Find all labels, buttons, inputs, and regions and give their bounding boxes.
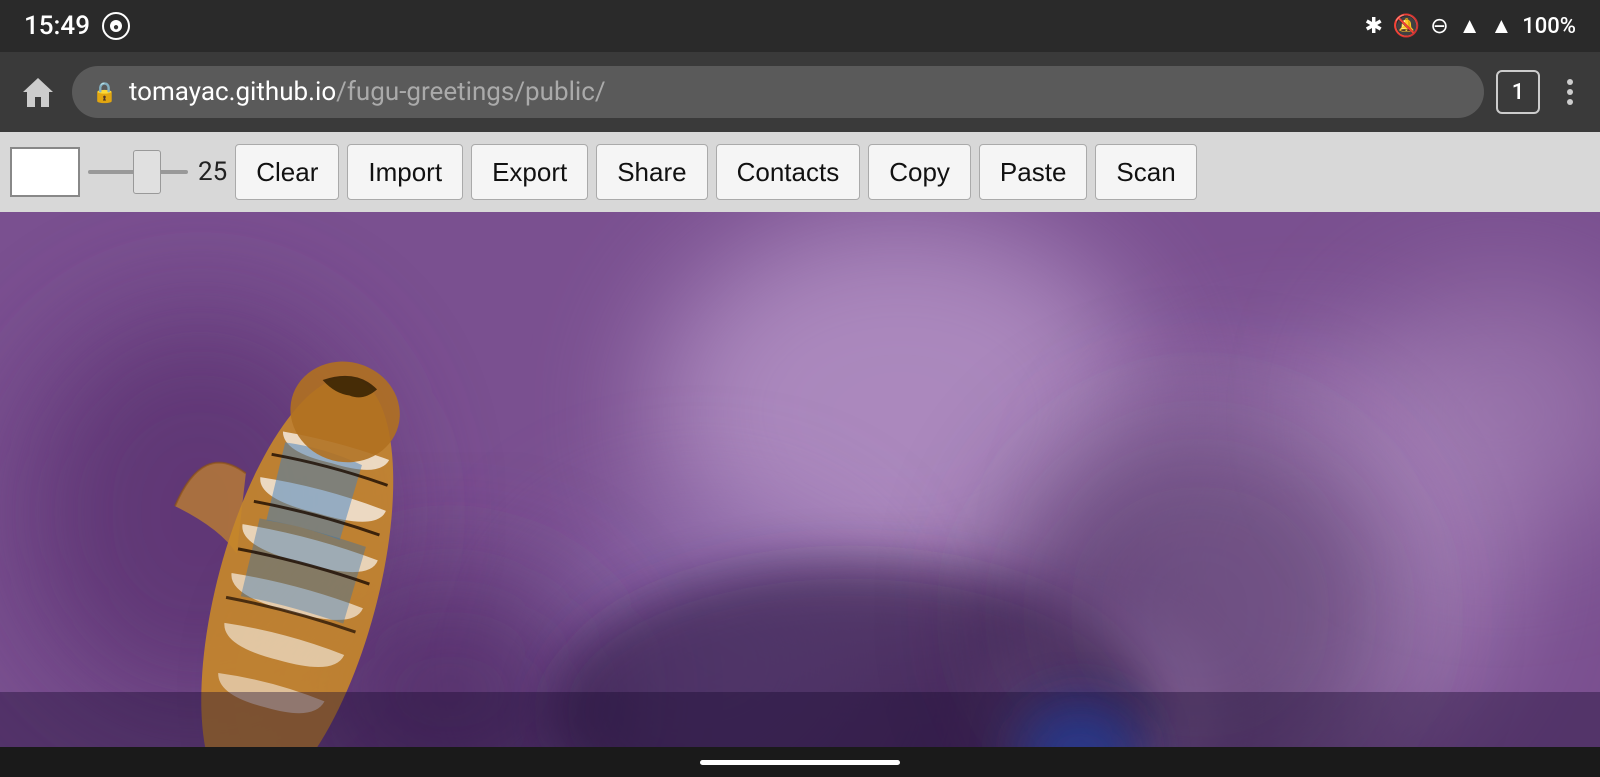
vertical-dots-icon bbox=[1556, 78, 1584, 106]
home-indicator bbox=[700, 760, 900, 765]
app-icon-svg: ● bbox=[108, 18, 124, 34]
copy-button[interactable]: Copy bbox=[868, 144, 971, 200]
tab-count: 1 bbox=[1512, 80, 1525, 105]
address-right-controls: 1 bbox=[1496, 70, 1584, 114]
canvas-area[interactable] bbox=[0, 212, 1600, 777]
background-image bbox=[0, 212, 1600, 777]
export-button[interactable]: Export bbox=[471, 144, 588, 200]
status-right: ✱ 🔕 ⊖ ▲ ▲ 100% bbox=[1364, 13, 1576, 39]
dnd-icon: ⊖ bbox=[1430, 14, 1448, 39]
svg-text:●: ● bbox=[113, 22, 119, 33]
status-left: 15:49 ● bbox=[24, 11, 130, 41]
fish-svg-overlay bbox=[0, 212, 1600, 777]
lock-icon: 🔒 bbox=[92, 80, 117, 104]
status-time: 15:49 bbox=[24, 11, 90, 41]
address-domain: tomayac.github.io bbox=[129, 77, 336, 107]
status-app-icon: ● bbox=[102, 12, 130, 40]
tab-count-button[interactable]: 1 bbox=[1496, 70, 1540, 114]
status-bar: 15:49 ● ✱ 🔕 ⊖ ▲ ▲ 100% bbox=[0, 0, 1600, 52]
address-text: tomayac.github.io/fugu-greetings/public/ bbox=[129, 77, 606, 107]
import-button[interactable]: Import bbox=[347, 144, 463, 200]
address-path: /fugu-greetings/public/ bbox=[336, 77, 605, 107]
scan-button[interactable]: Scan bbox=[1095, 144, 1196, 200]
slider-value: 25 bbox=[198, 157, 227, 187]
clear-button[interactable]: Clear bbox=[235, 144, 339, 200]
share-button[interactable]: Share bbox=[596, 144, 707, 200]
home-button[interactable] bbox=[16, 70, 60, 114]
size-slider-container: 25 bbox=[88, 157, 227, 187]
address-bar[interactable]: 🔒 tomayac.github.io/fugu-greetings/publi… bbox=[72, 66, 1484, 118]
address-bar-row: 🔒 tomayac.github.io/fugu-greetings/publi… bbox=[0, 52, 1600, 132]
slider-thumb[interactable] bbox=[133, 150, 161, 194]
home-icon bbox=[20, 74, 56, 110]
signal-icon: ▲ bbox=[1491, 13, 1513, 39]
bottom-nav-bar bbox=[0, 747, 1600, 777]
toolbar: 25 Clear Import Export Share Contacts Co… bbox=[0, 132, 1600, 212]
slider-track bbox=[88, 170, 188, 174]
wifi-icon: ▲ bbox=[1459, 13, 1481, 39]
battery-indicator: 100% bbox=[1522, 14, 1576, 39]
browser-menu-button[interactable] bbox=[1556, 78, 1584, 106]
bluetooth-icon: ✱ bbox=[1364, 14, 1382, 39]
paste-button[interactable]: Paste bbox=[979, 144, 1088, 200]
notification-muted-icon: 🔕 bbox=[1393, 14, 1420, 39]
contacts-button[interactable]: Contacts bbox=[716, 144, 861, 200]
color-swatch[interactable] bbox=[10, 147, 80, 197]
